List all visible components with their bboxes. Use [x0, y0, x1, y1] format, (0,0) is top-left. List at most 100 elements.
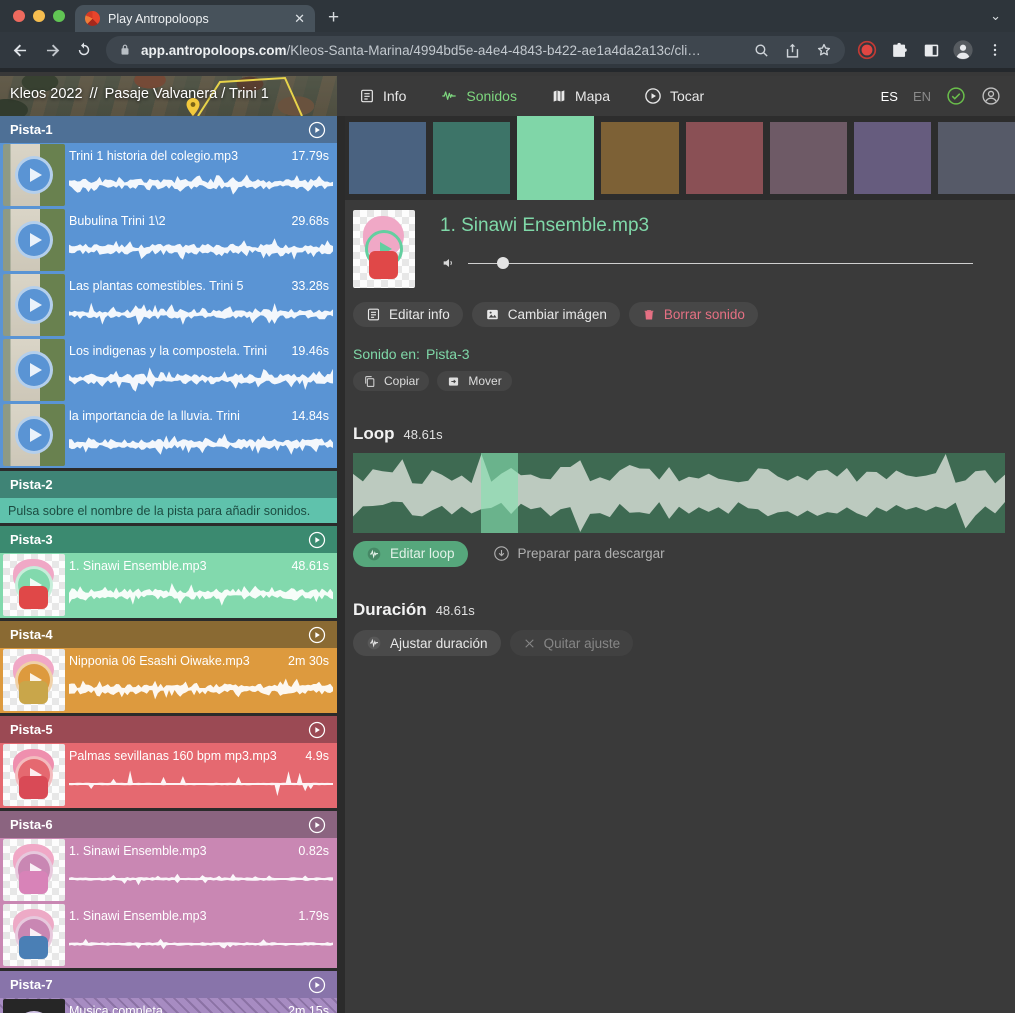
close-window-button[interactable] — [13, 10, 25, 22]
volume-knob[interactable] — [497, 257, 509, 269]
sound-thumbnail[interactable] — [353, 210, 415, 288]
loop-waveform[interactable] — [353, 453, 1005, 533]
track-play-button[interactable] — [307, 720, 327, 740]
clip-row[interactable]: Trini 1 historia del colegio.mp317.79s — [0, 143, 337, 208]
clip-play-icon[interactable] — [15, 566, 53, 604]
clip-thumbnail[interactable] — [3, 839, 65, 901]
track-color-swatch[interactable] — [686, 122, 763, 194]
share-icon[interactable] — [784, 42, 801, 59]
map-preview-banner[interactable]: Kleos 2022//Pasaje Valvanera / Trini 1 — [0, 76, 337, 116]
track-color-swatch[interactable] — [517, 116, 594, 200]
clip-row[interactable]: Los indigenas y la compostela. Trini19.4… — [0, 338, 337, 403]
tab-tocar[interactable]: Tocar — [644, 87, 704, 105]
clip-row[interactable]: Nipponia 06 Esashi Oiwake.mp32m 30s — [0, 648, 337, 713]
track-color-swatch[interactable] — [938, 122, 1015, 194]
clip-play-icon[interactable] — [15, 156, 53, 194]
clip-thumbnail[interactable] — [3, 554, 65, 616]
move-button[interactable]: Mover — [437, 371, 511, 391]
edit-info-button[interactable]: Editar info — [353, 302, 463, 327]
prepare-download-button[interactable]: Preparar para descargar — [480, 540, 678, 567]
back-icon[interactable] — [10, 40, 30, 60]
clip-play-icon[interactable] — [15, 756, 53, 794]
clip-play-icon[interactable] — [15, 416, 53, 454]
track-color-swatch[interactable] — [601, 122, 678, 194]
clip-thumbnail[interactable] — [3, 649, 65, 711]
track-play-button[interactable] — [307, 975, 327, 995]
new-tab-button[interactable]: + — [328, 8, 339, 27]
track-header[interactable]: Pista-4 — [0, 621, 337, 648]
track-color-swatch[interactable] — [349, 122, 426, 194]
track-play-button[interactable] — [307, 530, 327, 550]
clip-thumbnail[interactable] — [3, 404, 65, 466]
clip-row[interactable]: Las plantas comestibles. Trini 533.28s — [0, 273, 337, 338]
extensions-puzzle-icon[interactable] — [889, 40, 909, 60]
clip-play-icon[interactable] — [15, 916, 53, 954]
track-play-button[interactable] — [307, 625, 327, 645]
copy-button[interactable]: Copiar — [353, 371, 429, 391]
clip-thumbnail[interactable] — [3, 144, 65, 206]
minimize-window-button[interactable] — [33, 10, 45, 22]
remove-adjust-button[interactable]: Quitar ajuste — [510, 630, 634, 656]
breadcrumb-project[interactable]: Kleos 2022 — [10, 86, 83, 102]
account-icon[interactable] — [981, 86, 1001, 106]
change-image-button[interactable]: Cambiar imágen — [472, 302, 620, 327]
clip-row[interactable]: 1. Sinawi Ensemble.mp30.82s — [0, 838, 337, 903]
tab-info[interactable]: Info — [359, 88, 406, 104]
clip-play-icon[interactable] — [15, 851, 53, 889]
clip-row[interactable]: Bubulina Trini 1\229.68s — [0, 208, 337, 273]
clip-row[interactable]: 1. Sinawi Ensemble.mp348.61s — [0, 553, 337, 618]
clip-play-icon[interactable] — [15, 286, 53, 324]
saved-check-icon[interactable] — [946, 86, 966, 106]
track-color-swatch[interactable] — [770, 122, 847, 194]
volume-icon[interactable] — [440, 255, 458, 271]
browser-tab[interactable]: Play Antropoloops ✕ — [75, 5, 315, 32]
clip-thumbnail[interactable] — [3, 999, 65, 1013]
clip-thumbnail[interactable] — [3, 339, 65, 401]
track-header[interactable]: Pista-6 — [0, 811, 337, 838]
sound-play-icon[interactable] — [365, 230, 403, 268]
lang-es[interactable]: ES — [881, 89, 898, 104]
lang-en[interactable]: EN — [913, 89, 931, 104]
track-header[interactable]: Pista-5 — [0, 716, 337, 743]
clip-row[interactable]: Palmas sevillanas 160 bpm mp3.mp34.9s — [0, 743, 337, 808]
clip-play-icon[interactable] — [15, 351, 53, 389]
sidebar-scrollbar[interactable] — [337, 116, 345, 1013]
track-color-swatch[interactable] — [433, 122, 510, 194]
zoom-window-button[interactable] — [53, 10, 65, 22]
clip-row[interactable]: 1. Sinawi Ensemble.mp31.79s — [0, 903, 337, 968]
clip-play-icon[interactable] — [15, 221, 53, 259]
track-header[interactable]: Pista-2 — [0, 471, 337, 498]
track-header[interactable]: Pista-1 — [0, 116, 337, 143]
zoom-level-icon[interactable] — [753, 42, 770, 59]
clip-row[interactable]: la importancia de la lluvia. Trini14.84s — [0, 403, 337, 468]
sound-location-track[interactable]: Pista-3 — [426, 346, 470, 362]
clip-thumbnail[interactable] — [3, 209, 65, 271]
delete-sound-button[interactable]: Borrar sonido — [629, 302, 758, 327]
volume-slider[interactable] — [468, 256, 973, 270]
track-header[interactable]: Pista-7 — [0, 971, 337, 998]
tab-search-chevron-icon[interactable]: ⌄ — [990, 8, 1001, 24]
track-play-button[interactable] — [307, 120, 327, 140]
edit-loop-button[interactable]: Editar loop — [353, 541, 468, 567]
clip-play-icon[interactable] — [15, 661, 53, 699]
clip-thumbnail[interactable] — [3, 274, 65, 336]
reload-icon[interactable] — [74, 40, 94, 60]
clip-thumbnail[interactable] — [3, 744, 65, 806]
bookmark-star-icon[interactable] — [815, 41, 833, 59]
profile-avatar-icon[interactable] — [953, 40, 973, 60]
track-color-swatch[interactable] — [854, 122, 931, 194]
track-play-button[interactable] — [307, 815, 327, 835]
track-header[interactable]: Pista-3 — [0, 526, 337, 553]
tab-close-icon[interactable]: ✕ — [294, 11, 305, 27]
forward-icon[interactable] — [42, 40, 62, 60]
clip-row[interactable]: Musica completa2m 15s — [0, 998, 337, 1013]
adjust-duration-button[interactable]: Ajustar duración — [353, 630, 501, 656]
address-bar[interactable]: app.antropoloops.com/Kleos-Santa-Marina/… — [106, 36, 845, 64]
tab-mapa[interactable]: Mapa — [551, 88, 610, 104]
loop-playhead[interactable] — [481, 453, 518, 533]
browser-menu-kebab-icon[interactable] — [985, 40, 1005, 60]
tab-sonidos[interactable]: Sonidos — [440, 88, 517, 104]
side-panel-icon[interactable] — [921, 40, 941, 60]
clip-thumbnail[interactable] — [3, 904, 65, 966]
recording-extension-icon[interactable] — [857, 40, 877, 60]
